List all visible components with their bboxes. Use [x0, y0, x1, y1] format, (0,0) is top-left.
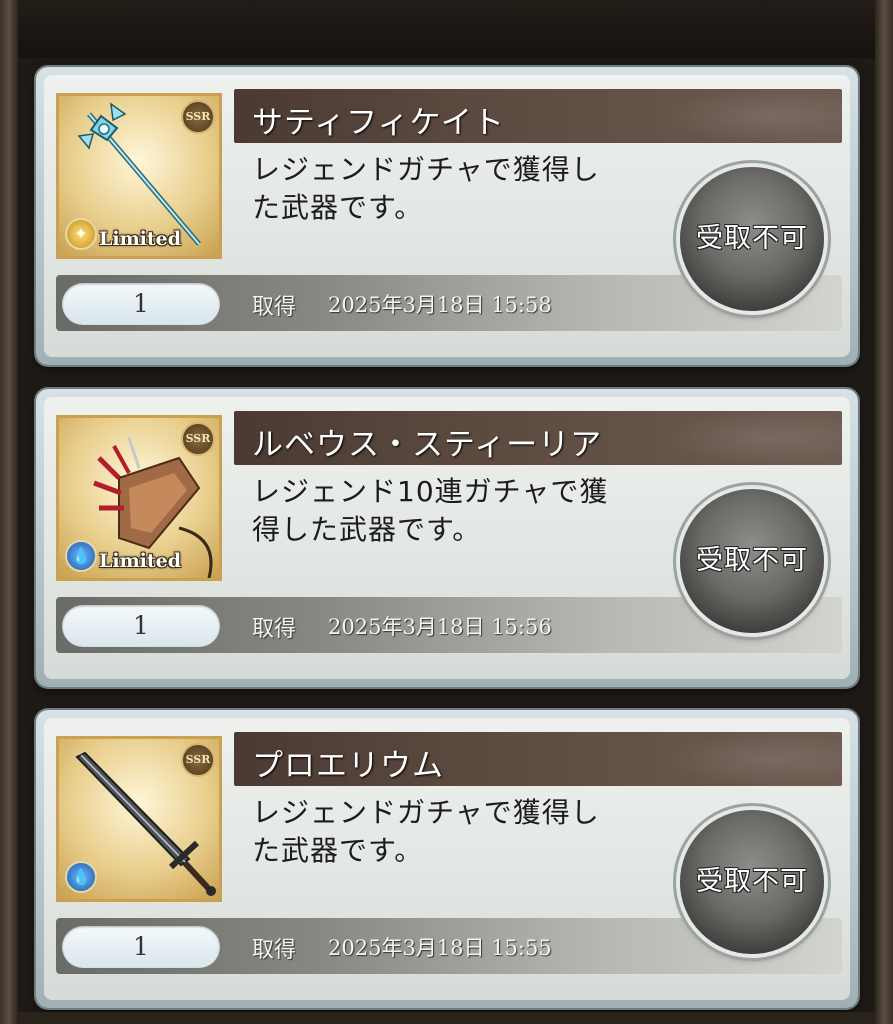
item-card-body: サティフィケイト SSR ✦ Limited レジェンドガチャで獲得し た武器で… [44, 75, 850, 357]
acquired-label: 取得 [252, 617, 297, 642]
description-line: レジェンド10連ガチャで獲 [252, 475, 609, 508]
title-bar: サティフィケイト [234, 89, 842, 143]
limited-label: Limited [99, 550, 182, 572]
item-card-body: プロエリウム SSR 💧 レジェンドガチャで獲得し た武器です。 1 取得 20… [44, 718, 850, 1000]
description-line: レジェンドガチャで獲得し [252, 796, 600, 829]
weapon-thumbnail[interactable]: SSR ✦ Limited [56, 93, 222, 259]
light-element-icon: ✦ [65, 218, 97, 250]
limited-label: Limited [99, 228, 182, 250]
quantity-display: 1 [62, 926, 220, 968]
weapon-thumbnail[interactable]: SSR 💧 [56, 736, 222, 902]
acquired-time: 2025年3月18日 15:58 [328, 293, 552, 317]
item-description: レジェンドガチャで獲得し た武器です。 [252, 151, 672, 227]
description-line: た武器です。 [252, 191, 424, 224]
claim-button[interactable]: 受取不可 [680, 489, 824, 633]
ssr-badge: SSR [181, 100, 215, 134]
title-bar: プロエリウム [234, 732, 842, 786]
acquired-label: 取得 [252, 295, 297, 320]
item-card: プロエリウム SSR 💧 レジェンドガチャで獲得し た武器です。 1 取得 20… [36, 710, 858, 1008]
quantity-display: 1 [62, 605, 220, 647]
acquired-label: 取得 [252, 938, 297, 963]
weapon-thumbnail[interactable]: SSR 💧 Limited [56, 415, 222, 581]
claim-button[interactable]: 受取不可 [680, 810, 824, 954]
quantity-display: 1 [62, 283, 220, 325]
item-card-body: ルベウス・スティーリア SSR 💧 Limited レジェンド10連ガチャで獲 … [44, 397, 850, 679]
acquired-time: 2025年3月18日 15:55 [328, 936, 552, 960]
claim-button[interactable]: 受取不可 [680, 167, 824, 311]
ssr-badge: SSR [181, 422, 215, 456]
bottom-frame [18, 1012, 875, 1024]
water-element-icon: 💧 [65, 861, 97, 893]
item-description: レジェンドガチャで獲得し た武器です。 [252, 794, 672, 870]
ssr-badge: SSR [181, 743, 215, 777]
title-bar: ルベウス・スティーリア [234, 411, 842, 465]
description-line: た武器です。 [252, 834, 424, 867]
water-element-icon: 💧 [65, 540, 97, 572]
description-line: レジェンドガチャで獲得し [252, 153, 600, 186]
description-line: 得した武器です。 [252, 513, 482, 546]
item-name: プロエリウム [252, 748, 444, 784]
item-name: ルベウス・スティーリア [252, 427, 603, 463]
acquired-time: 2025年3月18日 15:56 [328, 615, 552, 639]
item-description: レジェンド10連ガチャで獲 得した武器です。 [252, 473, 672, 549]
item-card: サティフィケイト SSR ✦ Limited レジェンドガチャで獲得し た武器で… [36, 67, 858, 365]
item-name: サティフィケイト [252, 105, 505, 141]
item-card: ルベウス・スティーリア SSR 💧 Limited レジェンド10連ガチャで獲 … [36, 389, 858, 687]
item-list: サティフィケイト SSR ✦ Limited レジェンドガチャで獲得し た武器で… [0, 0, 893, 1024]
